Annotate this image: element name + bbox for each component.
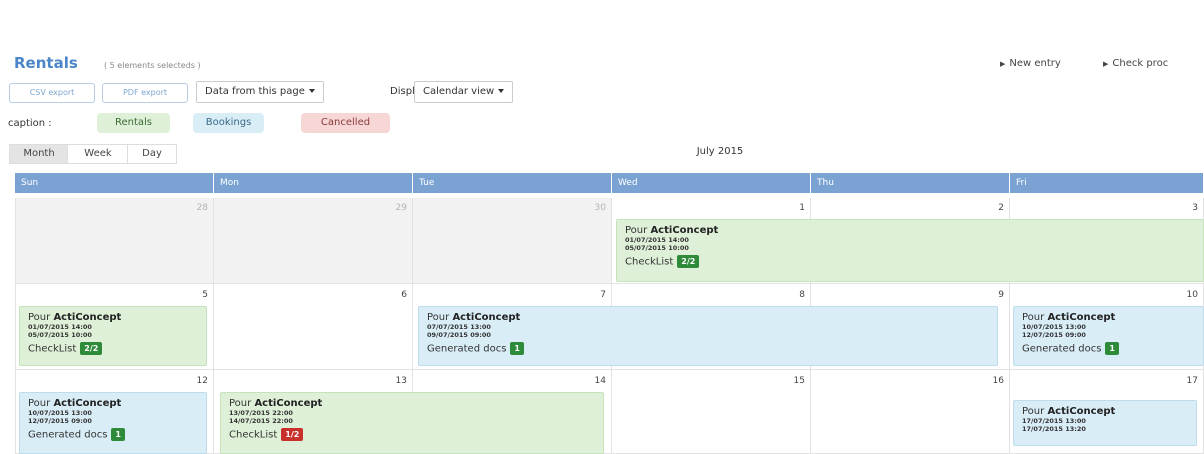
view-select[interactable]: Calendar view (414, 81, 514, 103)
generated-docs-count-badge: 1 (111, 428, 125, 441)
day-header-sun: Sun (15, 173, 214, 193)
calendar-event[interactable]: Pour ActiConcept 01/07/2015 14:00 05/07/… (19, 306, 207, 366)
caret-down-icon (498, 89, 505, 93)
week-view-button[interactable]: Week (67, 144, 129, 164)
event-start: 17/07/2015 13:00 (1022, 417, 1086, 425)
calendar-month-title: July 2015 (696, 146, 744, 157)
bookings-legend-badge: Bookings (193, 113, 264, 133)
day-header-tue: Tue (413, 173, 612, 193)
event-end: 12/07/2015 09:00 (28, 417, 92, 425)
day-number: 30 (594, 203, 606, 213)
day-number: 15 (793, 376, 805, 386)
checklist-count-badge: 1/2 (281, 428, 304, 441)
day-number: 12 (196, 376, 208, 386)
event-start: 13/07/2015 22:00 (229, 409, 293, 417)
calendar-event[interactable]: Pour ActiConcept 10/07/2015 13:00 12/07/… (1013, 306, 1204, 366)
calendar-event[interactable]: Pour ActiConcept 07/07/2015 13:00 09/07/… (418, 306, 998, 366)
month-view-button[interactable]: Month (9, 144, 69, 164)
calendar-event[interactable]: Pour ActiConcept 10/07/2015 13:00 12/07/… (19, 392, 207, 454)
day-number: 1 (799, 203, 805, 213)
event-start: 07/07/2015 13:00 (427, 323, 491, 331)
day-number: 16 (992, 376, 1004, 386)
event-start: 01/07/2015 14:00 (28, 323, 92, 331)
day-number: 2 (998, 203, 1004, 213)
checklist-count-badge: 2/2 (677, 255, 700, 268)
day-header-wed: Wed (612, 173, 811, 193)
day-number: 28 (196, 203, 208, 213)
day-number: 5 (202, 290, 208, 300)
event-start: 01/07/2015 14:00 (625, 236, 689, 244)
csv-export-button[interactable]: CSV export (9, 83, 95, 103)
event-end: 05/07/2015 10:00 (625, 244, 689, 252)
day-header-mon: Mon (214, 173, 413, 193)
check-proc-link[interactable]: ▶ Check proc (1103, 58, 1168, 69)
day-header-fri: Fri (1010, 173, 1204, 193)
calendar-event[interactable]: Pour ActiConcept 01/07/2015 14:00 05/07/… (616, 219, 1204, 282)
generated-docs-count-badge: 1 (1105, 342, 1119, 355)
day-header-thu: Thu (811, 173, 1010, 193)
day-number: 14 (594, 376, 606, 386)
event-start: 10/07/2015 13:00 (1022, 323, 1086, 331)
day-number: 17 (1186, 376, 1198, 386)
calendar-event[interactable]: Pour ActiConcept 17/07/2015 13:00 17/07/… (1013, 400, 1197, 446)
day-number: 8 (799, 290, 805, 300)
caret-down-icon (308, 89, 315, 93)
day-number: 29 (395, 203, 407, 213)
rentals-legend-badge: Rentals (97, 113, 170, 133)
day-number: 6 (401, 290, 407, 300)
event-end: 17/07/2015 13:20 (1022, 425, 1086, 433)
event-end: 12/07/2015 09:00 (1022, 331, 1086, 339)
triangle-right-icon: ▶ (1000, 60, 1006, 68)
new-entry-link[interactable]: ▶ New entry (1000, 58, 1061, 69)
event-end: 05/07/2015 10:00 (28, 331, 92, 339)
selection-count: ( 5 elements selecteds ) (104, 61, 201, 70)
event-end: 09/07/2015 09:00 (427, 331, 491, 339)
caption-label: caption : (8, 118, 52, 129)
event-end: 14/07/2015 22:00 (229, 417, 293, 425)
day-number: 10 (1186, 290, 1198, 300)
generated-docs-count-badge: 1 (510, 342, 524, 355)
day-number: 3 (1192, 203, 1198, 213)
calendar-event[interactable]: Pour ActiConcept 13/07/2015 22:00 14/07/… (220, 392, 604, 454)
day-number: 13 (395, 376, 407, 386)
day-view-button[interactable]: Day (127, 144, 177, 164)
day-number: 9 (998, 290, 1004, 300)
checklist-count-badge: 2/2 (80, 342, 103, 355)
pdf-export-button[interactable]: PDF export (102, 83, 188, 103)
day-number: 7 (600, 290, 606, 300)
page-title: Rentals (14, 54, 78, 72)
event-start: 10/07/2015 13:00 (28, 409, 92, 417)
cancelled-legend-badge: Cancelled (301, 113, 390, 133)
data-source-select[interactable]: Data from this page (196, 81, 324, 103)
triangle-right-icon: ▶ (1103, 60, 1109, 68)
